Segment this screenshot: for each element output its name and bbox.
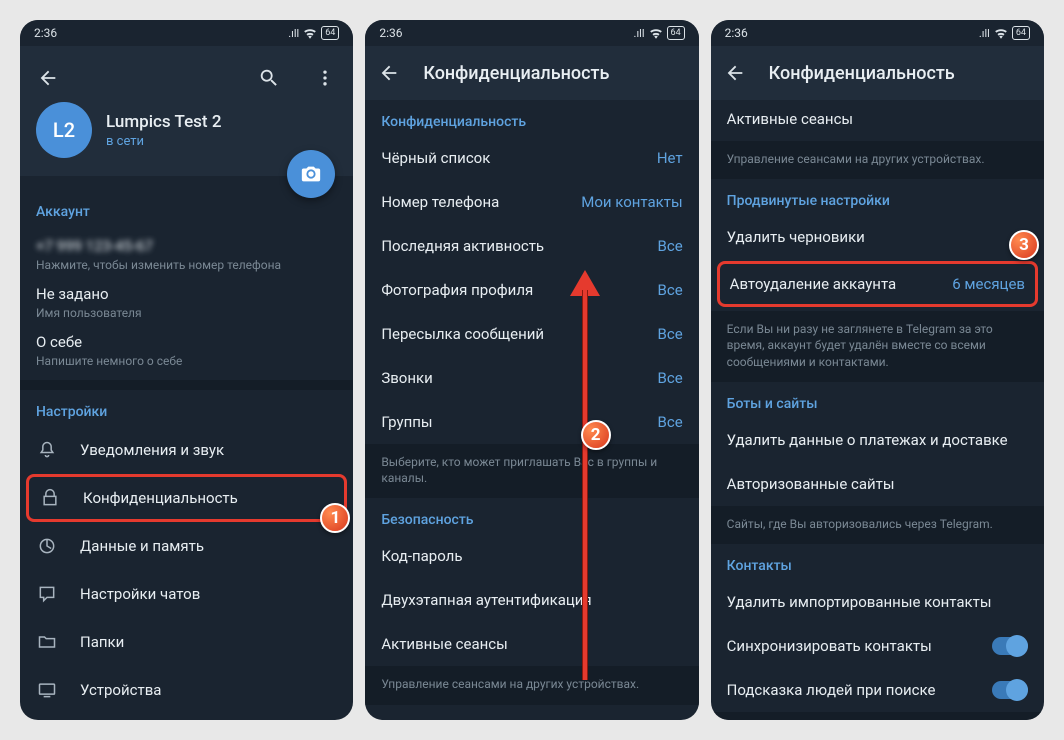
row-suggest[interactable]: Подсказка людей при поиске <box>711 668 1044 712</box>
battery-icon: 64 <box>1012 26 1030 40</box>
status-bar: 2:36 .ıll 64 <box>365 20 698 46</box>
section-advanced: Продвинутые настройки <box>365 705 698 720</box>
row-devices[interactable]: Устройства <box>20 666 353 714</box>
row-phone-privacy[interactable]: Номер телефона Мои контакты <box>365 180 698 224</box>
row-autodelete[interactable]: Автоудаление аккаунта 6 месяцев <box>720 264 1035 304</box>
devices-icon <box>36 679 58 701</box>
websites-hint: Сайты, где Вы авторизовались через Teleg… <box>711 506 1044 544</box>
row-passcode[interactable]: Код-пароль <box>365 534 698 578</box>
signal-icon: .ıll <box>634 27 645 40</box>
row-chat-settings[interactable]: Настройки чатов <box>20 570 353 618</box>
section-privacy: Конфиденциальность <box>365 100 698 136</box>
sessions-hint: Управление сеансами на других устройства… <box>365 666 698 704</box>
chat-icon <box>36 583 58 605</box>
profile-status: в сети <box>106 134 221 149</box>
row-profile-photo[interactable]: Фотография профиля Все <box>365 268 698 312</box>
section-settings: Настройки <box>20 390 353 426</box>
groups-hint: Выберите, кто может приглашать Вас в гру… <box>365 444 698 498</box>
arrow-annotation <box>582 270 588 680</box>
back-icon[interactable] <box>377 61 401 85</box>
highlight-privacy: Конфиденциальность 1 <box>26 474 347 522</box>
highlight-autodelete: Автоудаление аккаунта 6 месяцев 3 <box>717 261 1038 307</box>
app-bar: Конфиденциальность <box>365 46 698 100</box>
wifi-icon <box>649 28 663 39</box>
phone-screen-3: 2:36 .ıll 64 Конфиденциальность Активные… <box>711 20 1044 720</box>
more-icon[interactable] <box>313 66 337 90</box>
bell-icon <box>36 439 58 461</box>
page-title: Конфиденциальность <box>423 63 686 84</box>
profile-header: L2 Lumpics Test 2 в сети <box>20 46 353 176</box>
status-bar: 2:36 .ıll 64 <box>711 20 1044 46</box>
toggle-sync[interactable] <box>992 637 1028 655</box>
toggle-suggest[interactable] <box>992 681 1028 699</box>
row-websites[interactable]: Авторизованные сайты <box>711 462 1044 506</box>
section-bots: Боты и сайты <box>711 382 1044 418</box>
status-icons: .ıll 64 <box>979 26 1030 40</box>
phone-hint: Нажмите, чтобы изменить номер телефона <box>36 258 337 272</box>
row-sync-contacts[interactable]: Синхронизировать контакты <box>711 624 1044 668</box>
avatar[interactable]: L2 <box>36 102 92 158</box>
status-icons: .ıll 64 <box>634 26 685 40</box>
badge-3: 3 <box>1009 230 1039 260</box>
row-payments[interactable]: Удалить данные о платежах и доставке <box>711 418 1044 462</box>
row-twostep[interactable]: Двухэтапная аутентификация <box>365 578 698 622</box>
row-folders[interactable]: Папки <box>20 618 353 666</box>
app-bar: Конфиденциальность <box>711 46 1044 100</box>
data-icon <box>36 535 58 557</box>
folder-icon <box>36 631 58 653</box>
phone-screen-1: 2:36 .ıll 64 L2 Lumpics Test 2 <box>20 20 353 720</box>
page-title: Конфиденциальность <box>769 63 1032 84</box>
row-sessions[interactable]: Активные сеансы <box>365 622 698 666</box>
section-contacts: Контакты <box>711 544 1044 580</box>
phone-value: +7 999 123-45-67 <box>36 237 337 255</box>
wifi-icon <box>303 28 317 39</box>
row-groups[interactable]: Группы Все <box>365 400 698 444</box>
phone-screen-2: 2:36 .ıll 64 Конфиденциальность Конфиден… <box>365 20 698 720</box>
row-lastseen[interactable]: Последняя активность Все <box>365 224 698 268</box>
row-bio[interactable]: О себе Напишите немного о себе <box>20 322 353 390</box>
row-username[interactable]: Не задано Имя пользователя <box>20 274 353 322</box>
row-phone[interactable]: +7 999 123-45-67 Нажмите, чтобы изменить… <box>20 226 353 274</box>
search-icon[interactable] <box>257 66 281 90</box>
suggest-hint: Показывать пользователей, которым Вы час… <box>711 712 1044 720</box>
status-time: 2:36 <box>379 26 402 40</box>
row-notifications[interactable]: Уведомления и звук <box>20 426 353 474</box>
row-drafts[interactable]: Удалить черновики <box>711 215 1044 259</box>
battery-icon: 64 <box>321 26 339 40</box>
signal-icon: .ıll <box>288 27 299 40</box>
row-language[interactable]: Язык <box>20 714 353 720</box>
status-bar: 2:36 .ıll 64 <box>20 20 353 46</box>
status-time: 2:36 <box>34 26 57 40</box>
lock-icon <box>39 487 61 509</box>
row-delete-contacts[interactable]: Удалить импортированные контакты <box>711 580 1044 624</box>
row-forward[interactable]: Пересылка сообщений Все <box>365 312 698 356</box>
wifi-icon <box>994 28 1008 39</box>
section-security: Безопасность <box>365 498 698 534</box>
camera-fab[interactable] <box>287 150 335 198</box>
autodelete-hint: Если Вы ни разу не заглянете в Telegram … <box>711 311 1044 382</box>
row-sessions[interactable]: Активные сеансы <box>711 100 1044 141</box>
sessions-hint: Управление сеансами на других устройства… <box>711 141 1044 179</box>
row-calls[interactable]: Звонки Все <box>365 356 698 400</box>
battery-icon: 64 <box>667 26 685 40</box>
signal-icon: .ıll <box>979 27 990 40</box>
section-advanced: Продвинутые настройки <box>711 179 1044 215</box>
badge-2: 2 <box>581 420 611 450</box>
row-data[interactable]: Данные и память <box>20 522 353 570</box>
status-icons: .ıll 64 <box>288 26 339 40</box>
back-icon[interactable] <box>723 61 747 85</box>
profile-name: Lumpics Test 2 <box>106 112 221 132</box>
row-privacy[interactable]: Конфиденциальность <box>29 477 344 519</box>
row-blocklist[interactable]: Чёрный список Нет <box>365 136 698 180</box>
back-icon[interactable] <box>36 66 60 90</box>
status-time: 2:36 <box>725 26 748 40</box>
